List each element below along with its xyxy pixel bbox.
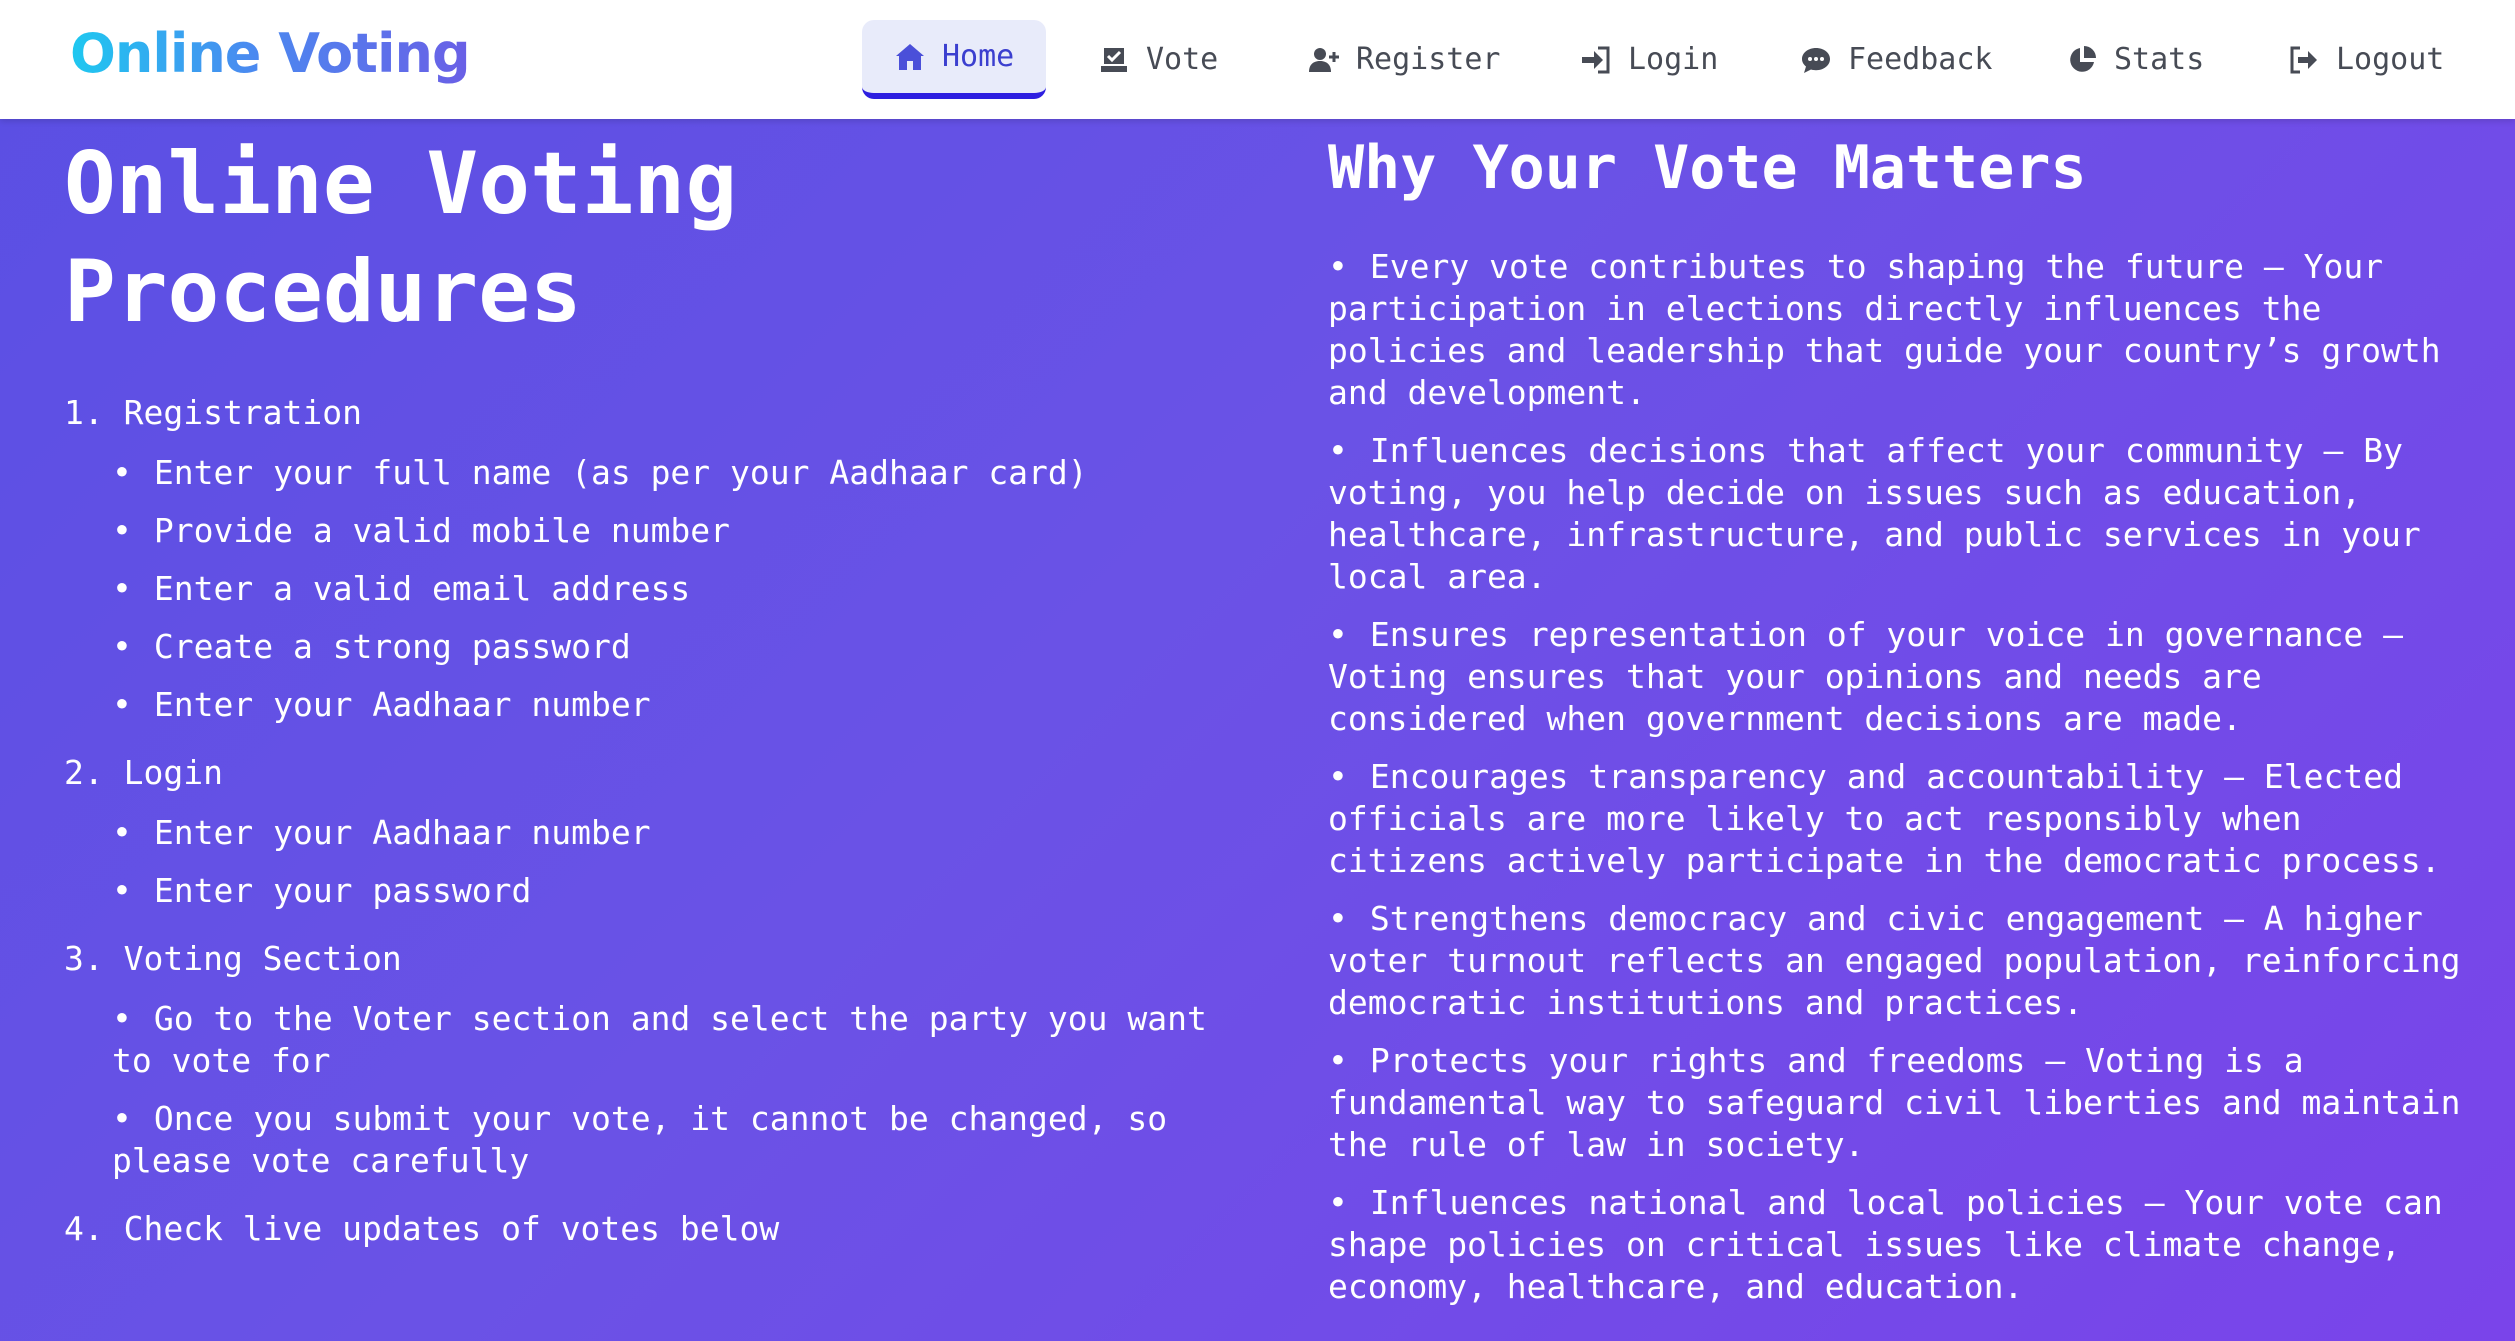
list-item: Once you submit your vote, it cannot be …: [112, 1098, 1244, 1182]
list-item: Enter your Aadhaar number: [112, 812, 1244, 854]
list-item: Influences national and local policies –…: [1328, 1182, 2478, 1308]
step-login: 2. Login Enter your Aadhaar number Enter…: [64, 750, 1244, 912]
procedures-section: Online Voting Procedures 1. Registration…: [64, 130, 1244, 1276]
step-live-updates: 4. Check live updates of votes below: [64, 1206, 1244, 1252]
list-item: Enter a valid email address: [112, 568, 1244, 610]
nav-logout-label: Logout: [2336, 42, 2445, 77]
nav-vote-label: Vote: [1146, 42, 1219, 77]
list-item: Go to the Voter section and select the p…: [112, 998, 1244, 1082]
nav-stats-label: Stats: [2114, 42, 2205, 77]
nav-stats[interactable]: Stats: [2034, 20, 2236, 99]
pie-chart-icon: [2070, 45, 2096, 72]
why-vote-section: Why Your Vote Matters Every vote contrib…: [1328, 128, 2478, 1324]
list-item: Provide a valid mobile number: [112, 510, 1244, 552]
procedures-title: Online Voting Procedures: [64, 134, 738, 342]
list-item: Every vote contributes to shaping the fu…: [1328, 246, 2478, 414]
nav-login[interactable]: Login: [1548, 20, 1750, 99]
nav-register-label: Register: [1356, 42, 1501, 77]
step-title: 2. Login: [64, 753, 223, 792]
list-item: Encourages transparency and accountabili…: [1328, 756, 2478, 882]
brand-logo[interactable]: Online Voting: [70, 22, 471, 85]
list-item: Enter your full name (as per your Aadhaa…: [112, 452, 1244, 494]
chat-bubble-icon: [1802, 47, 1830, 73]
why-vote-title: Why Your Vote Matters: [1328, 133, 2087, 203]
sign-out-icon: [2290, 46, 2317, 73]
nav-vote[interactable]: Vote: [1066, 20, 1250, 99]
step-title: 1. Registration: [64, 393, 363, 432]
house-icon: [896, 43, 924, 70]
step-registration: 1. Registration Enter your full name (as…: [64, 390, 1244, 726]
procedure-steps: 1. Registration Enter your full name (as…: [64, 390, 1244, 1252]
navbar: Online Voting Home Vote Register Login F…: [0, 0, 2515, 119]
step-title: 3. Voting Section: [64, 939, 402, 978]
reasons-list: Every vote contributes to shaping the fu…: [1328, 246, 2478, 1308]
step-items: Enter your full name (as per your Aadhaa…: [112, 452, 1244, 726]
list-item: Strengthens democracy and civic engageme…: [1328, 898, 2478, 1024]
step-items: Go to the Voter section and select the p…: [112, 998, 1244, 1182]
sign-in-icon: [1582, 46, 1610, 73]
list-item: Create a strong password: [112, 626, 1244, 668]
step-voting-section: 3. Voting Section Go to the Voter sectio…: [64, 936, 1244, 1182]
step-items: Enter your Aadhaar number Enter your pas…: [112, 812, 1244, 912]
list-item: Ensures representation of your voice in …: [1328, 614, 2478, 740]
nav-feedback[interactable]: Feedback: [1768, 20, 2025, 99]
nav-login-label: Login: [1628, 42, 1719, 77]
nav-logout[interactable]: Logout: [2256, 20, 2476, 99]
nav-feedback-label: Feedback: [1848, 42, 1993, 77]
list-item: Influences decisions that affect your co…: [1328, 430, 2478, 598]
nav-register[interactable]: Register: [1276, 20, 1533, 99]
nav-home[interactable]: Home: [862, 20, 1047, 99]
step-title: 4. Check live updates of votes below: [64, 1209, 780, 1248]
list-item: Protects your rights and freedoms – Voti…: [1328, 1040, 2478, 1166]
list-item: Enter your password: [112, 870, 1244, 912]
list-item: Enter your Aadhaar number: [112, 684, 1244, 726]
ballot-box-icon: [1101, 47, 1127, 72]
user-plus-icon: [1309, 47, 1339, 72]
nav-home-label: Home: [942, 39, 1015, 74]
